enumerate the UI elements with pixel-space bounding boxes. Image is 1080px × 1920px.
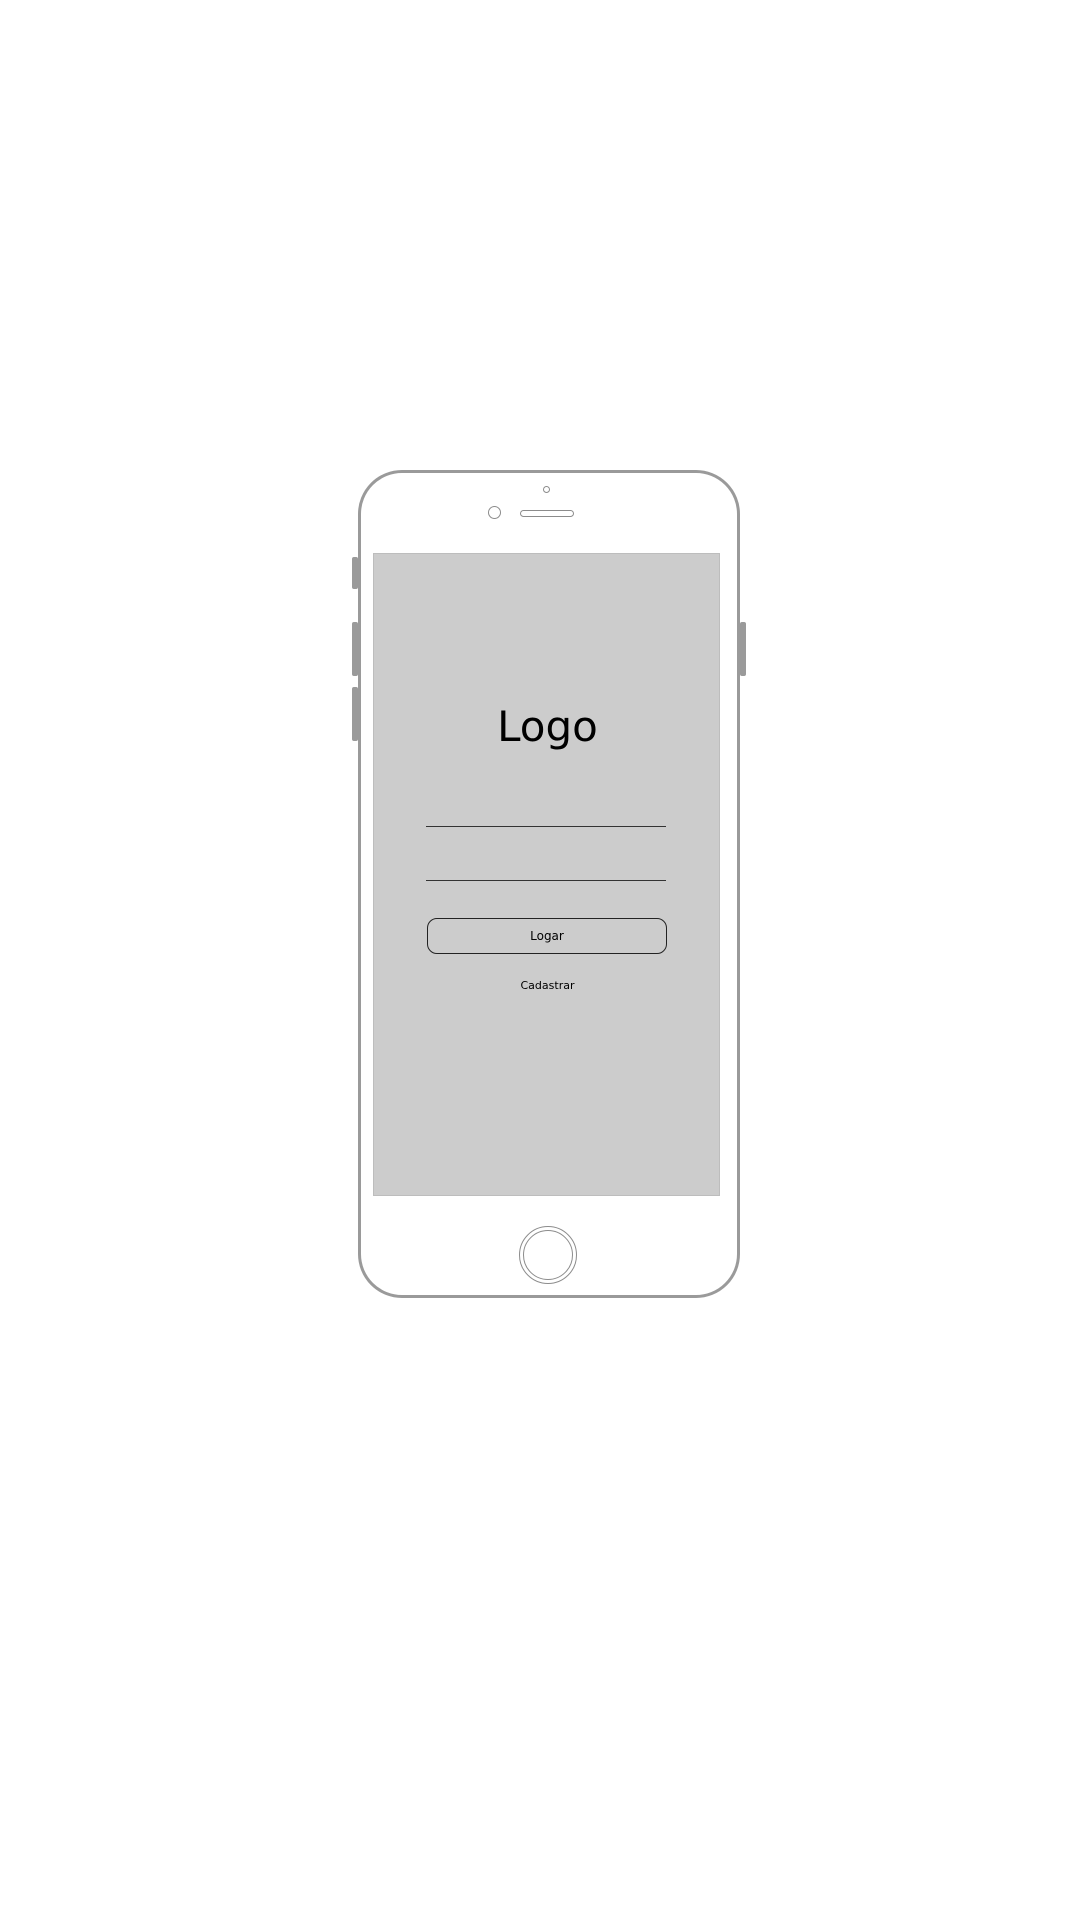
home-button: [519, 1226, 577, 1284]
proximity-sensor: [543, 486, 550, 493]
login-button[interactable]: Logar: [427, 918, 667, 954]
power-button: [740, 622, 746, 676]
password-input[interactable]: [426, 851, 666, 881]
mockup-stage: Logo Logar Cadastrar: [0, 0, 1080, 1920]
home-button-ring: [523, 1230, 573, 1280]
username-input[interactable]: [426, 797, 666, 827]
front-camera: [488, 506, 501, 519]
signup-link[interactable]: Cadastrar: [374, 979, 721, 992]
earpiece-speaker: [520, 510, 574, 517]
app-logo: Logo: [497, 702, 598, 751]
